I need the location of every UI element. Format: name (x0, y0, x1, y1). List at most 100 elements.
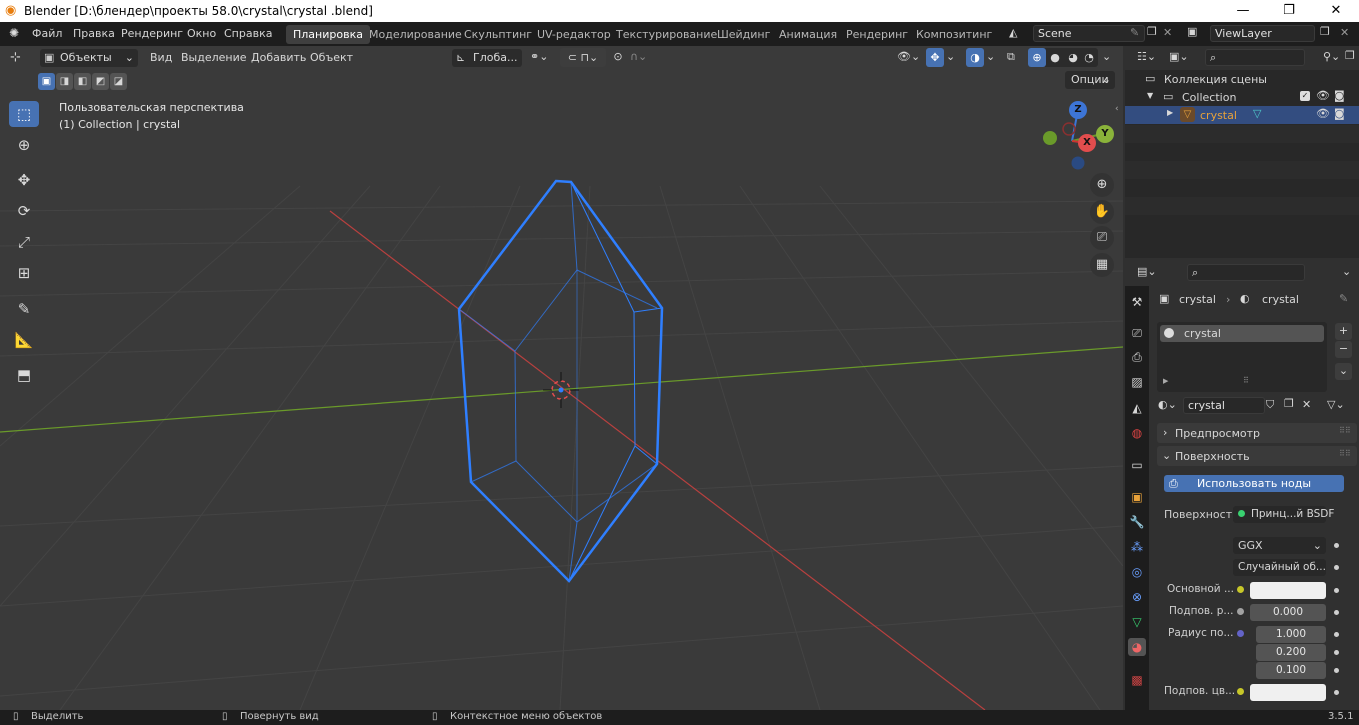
link-type-icon[interactable]: ▽⌄ (1327, 398, 1345, 411)
menu-add[interactable]: Добавить (251, 51, 306, 64)
select-intersect-icon[interactable]: ◪ (110, 73, 127, 90)
distribution-dropdown[interactable]: GGX ⌄ (1233, 537, 1326, 554)
wireframe-shading-icon[interactable]: ⊕ (1028, 48, 1046, 67)
delete-scene-icon[interactable]: ✕ (1163, 26, 1172, 39)
preview-panel-header[interactable]: › Предпросмотр ⠿⠿ (1157, 423, 1357, 443)
orientation-selector[interactable]: ⊾ Глоба... (452, 49, 522, 67)
properties-type-icon[interactable]: ▤⌄ (1137, 265, 1157, 278)
render-camera-icon[interactable]: ◙ (1334, 89, 1345, 102)
chevron-down-icon[interactable]: ⌄ (1342, 265, 1351, 278)
new-scene-icon[interactable]: ❐ (1147, 25, 1157, 38)
radius-y-field[interactable]: 0.200 (1256, 644, 1326, 661)
move-tool-icon[interactable]: ✥ (9, 167, 39, 193)
menu-window[interactable]: Окно (187, 27, 216, 40)
gizmo-x[interactable]: X (1078, 134, 1096, 152)
view-layer-icon[interactable]: ▣ (1187, 25, 1197, 38)
solid-shading-icon[interactable]: ● (1046, 48, 1064, 67)
pan-hand-icon[interactable]: ✋ (1090, 200, 1114, 224)
editor-type-icon[interactable]: ⊹ (10, 50, 21, 65)
minimize-button[interactable]: — (1220, 0, 1266, 22)
select-difference-icon[interactable]: ◩ (92, 73, 109, 90)
breadcrumb-material[interactable]: crystal (1262, 293, 1299, 306)
rendered-shading-icon[interactable]: ◔ (1080, 48, 1098, 67)
outliner-type-icon[interactable]: ☷⌄ (1137, 50, 1156, 63)
object-label[interactable]: crystal (1200, 109, 1237, 122)
color-socket-icon[interactable] (1237, 688, 1244, 695)
resize-handle-icon[interactable]: ⠿ (1243, 376, 1249, 385)
float-socket-icon[interactable] (1237, 608, 1244, 615)
physics-icon[interactable]: ◎ (1128, 563, 1146, 581)
vector-socket-icon[interactable] (1237, 630, 1244, 637)
keyframe-dot[interactable] (1334, 632, 1339, 637)
pin-icon[interactable]: ✎ (1339, 292, 1348, 305)
render-properties-icon[interactable]: ⎚ (1128, 324, 1146, 342)
tab-sculpting[interactable]: Скульптинг (457, 25, 539, 44)
visibility-eye-icon[interactable]: 👁 (1316, 107, 1330, 120)
keyframe-dot[interactable] (1334, 650, 1339, 655)
visibility-eye-icon[interactable]: 👁 (1316, 89, 1330, 102)
collection-properties-icon[interactable]: ▭ (1128, 456, 1146, 474)
collection-label[interactable]: Collection (1182, 91, 1236, 104)
use-nodes-button[interactable]: ⎙ Использовать ноды (1164, 475, 1344, 492)
remove-slot-icon[interactable]: − (1335, 341, 1352, 358)
xray-icon[interactable]: ⧉ (1007, 50, 1015, 64)
color-socket-icon[interactable] (1237, 586, 1244, 593)
options-dropdown[interactable]: Опции ⌄ (1065, 71, 1115, 89)
menu-select[interactable]: Выделение (181, 51, 247, 64)
annotate-tool-icon[interactable]: ✎ (9, 296, 39, 322)
material-properties-icon[interactable]: ◕ (1128, 638, 1146, 656)
select-subtract-icon[interactable]: ◧ (74, 73, 91, 90)
render-camera-icon[interactable]: ◙ (1334, 107, 1345, 120)
properties-search-input[interactable]: ⌕ (1187, 264, 1305, 281)
shading-menu-icon[interactable]: ⌄ (1102, 50, 1111, 63)
add-slot-icon[interactable]: + (1335, 323, 1352, 340)
world-properties-icon[interactable]: ◍ (1128, 424, 1146, 442)
subsurface-value-field[interactable]: 0.000 (1250, 604, 1326, 621)
scene-properties-icon[interactable]: ◭ (1128, 399, 1146, 417)
menu-object[interactable]: Объект (310, 51, 353, 64)
material-slot-item[interactable]: crystal (1160, 325, 1324, 342)
outliner-row-crystal[interactable]: ▶ ▽ crystal ▽ 👁 ◙ (1125, 106, 1359, 124)
base-color-swatch[interactable] (1250, 582, 1326, 599)
slot-specials-icon[interactable]: ⌄ (1335, 363, 1352, 380)
close-button[interactable]: ✕ (1313, 0, 1359, 22)
menu-file[interactable]: Файл (32, 27, 62, 40)
view-layer-properties-icon[interactable]: ▨ (1128, 373, 1146, 391)
keyframe-dot[interactable] (1334, 565, 1339, 570)
duplicate-material-icon[interactable]: ❐ (1284, 397, 1294, 410)
scene-collection-label[interactable]: Коллекция сцены (1164, 73, 1267, 86)
measure-tool-icon[interactable]: 📐 (9, 327, 39, 353)
select-box-icon[interactable]: ⬚ (9, 101, 39, 127)
transform-tool-icon[interactable]: ⊞ (9, 260, 39, 286)
pin-icon[interactable]: ✎ (1130, 26, 1139, 39)
modifier-wrench-icon[interactable]: 🔧 (1128, 513, 1146, 531)
gizmo-toggle-icon[interactable]: ✥ (926, 48, 944, 67)
scene-icon[interactable]: ◭ (1009, 26, 1017, 39)
display-mode-icon[interactable]: ▣⌄ (1169, 50, 1189, 63)
rotate-tool-icon[interactable]: ⟳ (9, 198, 39, 224)
filter-icon[interactable]: ⚲⌄ (1323, 50, 1340, 63)
maximize-button[interactable]: ❐ (1266, 0, 1312, 22)
keyframe-dot[interactable] (1334, 668, 1339, 673)
expand-collection-icon[interactable]: ▼ (1147, 91, 1153, 100)
subsurface-color-swatch[interactable] (1250, 684, 1326, 701)
visibility-icon[interactable]: 👁⌄ (897, 50, 920, 63)
menu-edit[interactable]: Правка (73, 27, 115, 40)
output-properties-icon[interactable]: ⎙ (1128, 348, 1146, 366)
radius-z-field[interactable]: 0.100 (1256, 662, 1326, 679)
tab-animation[interactable]: Анимация (772, 25, 844, 44)
gizmo-z[interactable]: Z (1069, 101, 1087, 119)
overlays-menu-icon[interactable]: ⌄ (986, 50, 995, 63)
keyframe-dot[interactable] (1334, 690, 1339, 695)
sidebar-toggle-icon[interactable]: ‹ (1115, 104, 1119, 114)
tab-shading[interactable]: Шейдинг (710, 25, 777, 44)
breadcrumb-object[interactable]: crystal (1179, 293, 1216, 306)
zoom-icon[interactable]: ⊕ (1090, 173, 1114, 197)
proportional-edit-icon[interactable]: ⊙ (610, 49, 626, 65)
keyframe-dot[interactable] (1334, 588, 1339, 593)
pivot-icon[interactable]: ⚭⌄ (530, 50, 548, 63)
select-extend-icon[interactable]: ◨ (56, 73, 73, 90)
blender-menu-icon[interactable]: ✺ (9, 26, 19, 40)
add-cube-tool-icon[interactable]: ⬒ (9, 362, 39, 388)
snap-icon[interactable]: ⊂ ⊓⌄ (560, 48, 606, 67)
